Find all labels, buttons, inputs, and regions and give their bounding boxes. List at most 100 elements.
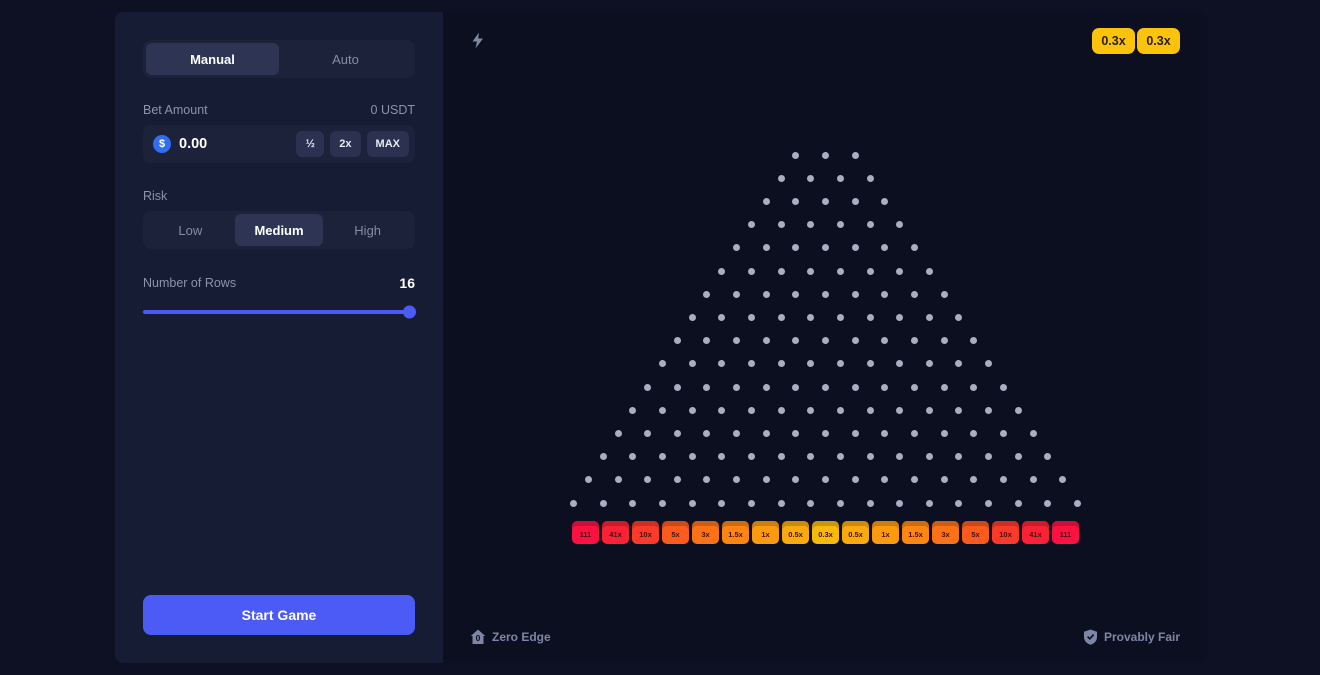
mode-tab-bar: ManualAuto bbox=[143, 40, 415, 78]
start-game-button[interactable]: Start Game bbox=[143, 595, 415, 635]
peg bbox=[896, 453, 903, 460]
peg bbox=[955, 500, 962, 507]
peg bbox=[955, 407, 962, 414]
peg bbox=[970, 384, 977, 391]
peg bbox=[822, 337, 829, 344]
peg bbox=[644, 430, 651, 437]
peg bbox=[703, 337, 710, 344]
peg bbox=[600, 453, 607, 460]
peg bbox=[867, 221, 874, 228]
peg bbox=[748, 268, 755, 275]
multiplier-bucket-41x: 41x bbox=[602, 521, 629, 544]
peg bbox=[822, 476, 829, 483]
peg bbox=[926, 407, 933, 414]
rows-slider-thumb[interactable] bbox=[403, 306, 416, 319]
plinko-board-panel: 0.3x0.3x 11141x10x5x3x1.5x1x0.5x0.3x0.5x… bbox=[443, 12, 1208, 663]
peg bbox=[970, 476, 977, 483]
peg bbox=[837, 453, 844, 460]
peg bbox=[926, 500, 933, 507]
peg bbox=[792, 291, 799, 298]
peg bbox=[911, 384, 918, 391]
peg bbox=[778, 221, 785, 228]
peg bbox=[837, 360, 844, 367]
peg bbox=[1030, 476, 1037, 483]
peg bbox=[748, 360, 755, 367]
zero-edge-label: Zero Edge bbox=[492, 630, 551, 644]
peg bbox=[689, 500, 696, 507]
peg bbox=[955, 453, 962, 460]
peg bbox=[926, 453, 933, 460]
rows-slider[interactable] bbox=[143, 305, 415, 319]
multiplier-bucket-0.3x: 0.3x bbox=[812, 521, 839, 544]
provably-fair-badge[interactable]: Provably Fair bbox=[1083, 629, 1180, 645]
peg bbox=[778, 314, 785, 321]
peg bbox=[763, 198, 770, 205]
peg bbox=[807, 453, 814, 460]
peg bbox=[615, 430, 622, 437]
peg bbox=[807, 175, 814, 182]
peg bbox=[837, 221, 844, 228]
number-of-rows-label: Number of Rows bbox=[143, 276, 236, 290]
peg bbox=[837, 500, 844, 507]
peg bbox=[659, 500, 666, 507]
peg bbox=[896, 221, 903, 228]
peg bbox=[674, 430, 681, 437]
peg bbox=[837, 268, 844, 275]
zero-edge-badge[interactable]: 0 Zero Edge bbox=[470, 629, 551, 645]
double-bet-button[interactable]: 2x bbox=[330, 131, 360, 157]
peg bbox=[941, 291, 948, 298]
peg bbox=[867, 453, 874, 460]
risk-option-high[interactable]: High bbox=[323, 214, 412, 246]
peg bbox=[837, 314, 844, 321]
number-of-rows-row: Number of Rows 16 bbox=[143, 275, 415, 291]
peg bbox=[926, 314, 933, 321]
peg bbox=[778, 268, 785, 275]
peg bbox=[807, 407, 814, 414]
multiplier-bucket-1.5x: 1.5x bbox=[902, 521, 929, 544]
multiplier-bucket-10x: 10x bbox=[992, 521, 1019, 544]
multiplier-bucket-5x: 5x bbox=[662, 521, 689, 544]
peg bbox=[703, 476, 710, 483]
peg bbox=[718, 500, 725, 507]
bet-amount-value[interactable]: 0.00 bbox=[179, 136, 290, 152]
peg bbox=[1044, 453, 1051, 460]
peg bbox=[792, 198, 799, 205]
bet-amount-input[interactable]: $ 0.00 ½2x MAX bbox=[143, 125, 415, 163]
peg bbox=[792, 244, 799, 251]
peg bbox=[763, 291, 770, 298]
peg bbox=[896, 407, 903, 414]
peg bbox=[896, 360, 903, 367]
peg bbox=[689, 407, 696, 414]
peg bbox=[822, 291, 829, 298]
tab-auto[interactable]: Auto bbox=[279, 43, 412, 75]
peg bbox=[911, 337, 918, 344]
half-bet-button[interactable]: ½ bbox=[296, 131, 324, 157]
tab-manual[interactable]: Manual bbox=[146, 43, 279, 75]
peg bbox=[852, 384, 859, 391]
peg bbox=[600, 500, 607, 507]
peg bbox=[822, 384, 829, 391]
risk-option-medium[interactable]: Medium bbox=[235, 214, 324, 246]
peg bbox=[733, 244, 740, 251]
peg bbox=[881, 198, 888, 205]
rows-slider-track[interactable] bbox=[143, 310, 415, 314]
peg bbox=[852, 291, 859, 298]
peg bbox=[867, 175, 874, 182]
multiplier-bucket-41x: 41x bbox=[1022, 521, 1049, 544]
peg bbox=[881, 384, 888, 391]
peg bbox=[955, 314, 962, 321]
risk-option-low[interactable]: Low bbox=[146, 214, 235, 246]
peg bbox=[778, 175, 785, 182]
risk-row: Risk bbox=[143, 189, 415, 203]
usdt-coin-icon: $ bbox=[153, 135, 171, 153]
max-bet-button[interactable]: MAX bbox=[367, 131, 409, 157]
peg bbox=[1015, 453, 1022, 460]
peg bbox=[1059, 476, 1066, 483]
peg bbox=[867, 314, 874, 321]
peg bbox=[1000, 476, 1007, 483]
peg bbox=[822, 244, 829, 251]
peg bbox=[1044, 500, 1051, 507]
peg bbox=[941, 384, 948, 391]
peg bbox=[867, 407, 874, 414]
peg bbox=[748, 221, 755, 228]
